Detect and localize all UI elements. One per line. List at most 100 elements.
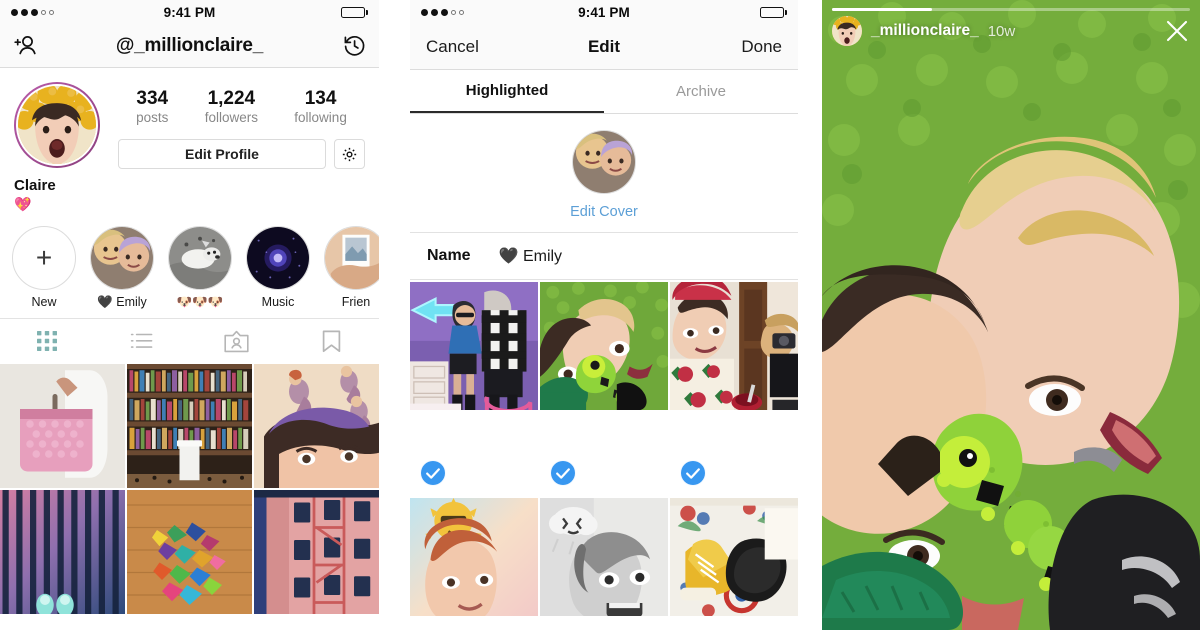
highlight-label: New (31, 294, 57, 309)
stat-following-value: 134 (304, 88, 337, 109)
profile-bio-text: 💖 (14, 196, 32, 213)
highlight-new[interactable]: + New (12, 225, 76, 310)
tab-list[interactable] (95, 331, 190, 351)
edit-cover-link[interactable]: Edit Cover (410, 204, 798, 220)
tab-saved[interactable] (284, 330, 379, 353)
story-avatar[interactable] (832, 16, 862, 46)
story-thumbnail[interactable] (540, 282, 668, 496)
story-image (540, 282, 668, 410)
story-username[interactable]: _millionclaire_ (871, 22, 979, 40)
highlight-dogs[interactable]: 🐶🐶🐶 (168, 225, 232, 310)
profile-bio: Claire 💖 (0, 169, 379, 213)
highlight-friends[interactable]: Frien (324, 225, 379, 310)
status-bar: 9:41 PM (410, 0, 798, 24)
story-thumbnail[interactable] (410, 498, 538, 616)
post-thumbnail[interactable] (0, 489, 125, 614)
highlight-cover-image (325, 226, 379, 289)
edit-title: Edit (587, 36, 621, 56)
post-thumbnail[interactable] (254, 363, 379, 488)
profile-display-name: Claire (14, 177, 56, 195)
highlight-label: Frien (341, 294, 371, 309)
list-icon (130, 333, 153, 348)
settings-button[interactable] (334, 139, 365, 170)
story-progress-fill (832, 8, 933, 11)
stat-posts[interactable]: 334 posts (136, 88, 168, 125)
post-image (0, 489, 125, 614)
grid-icon (37, 331, 58, 352)
post-thumbnail[interactable] (127, 363, 252, 488)
close-button[interactable] (1164, 18, 1190, 44)
selected-checkmark[interactable] (550, 460, 576, 486)
tab-tagged[interactable] (190, 330, 285, 353)
story-viewer-panel: _millionclaire_ 10w (822, 0, 1200, 630)
tab-archive[interactable]: Archive (604, 70, 798, 113)
add-person-icon[interactable] (12, 35, 38, 57)
status-bar-time: 9:41 PM (163, 4, 216, 20)
cover-thumbnail[interactable] (572, 130, 636, 194)
tab-highlighted[interactable]: Highlighted (410, 70, 604, 113)
name-value[interactable]: 🖤 Emily (499, 246, 562, 266)
profile-stats-and-actions: 334 posts 1,224 followers 134 following … (100, 82, 365, 170)
profile-navbar: @_millionclaire_ (0, 24, 379, 68)
selected-checkmark[interactable] (420, 460, 446, 486)
story-thumbnail[interactable] (670, 282, 798, 496)
edit-navbar: Cancel Edit Done (410, 24, 798, 70)
plus-icon: + (35, 241, 53, 273)
avatar[interactable] (14, 82, 100, 168)
profile-action-row: Edit Profile (118, 139, 365, 170)
checkmark-icon (556, 467, 570, 479)
story-image (540, 498, 668, 616)
profile-tab-strip (0, 317, 379, 364)
selected-checkmark[interactable] (680, 460, 706, 486)
status-bar: 9:41 PM (0, 0, 379, 24)
page-title: @_millionclaire_ (115, 34, 264, 56)
name-label: Name (427, 247, 471, 264)
avatar-image (18, 86, 96, 164)
tagged-person-icon (224, 330, 249, 352)
stat-followers-value: 1,224 (207, 88, 256, 109)
highlight-label: 🖤 Emily (97, 294, 147, 309)
post-thumbnail[interactable] (127, 489, 252, 614)
bookmark-icon (322, 330, 341, 352)
story-highlights-row[interactable]: + New 🖤 Emily 🐶🐶🐶 Music Frien (0, 214, 379, 318)
profile-panel: 9:41 PM @_millionclaire_ 334 posts 1,224… (0, 0, 379, 630)
profile-stats: 334 posts 1,224 followers 134 following (118, 82, 365, 125)
highlight-emily[interactable]: 🖤 Emily (90, 225, 154, 310)
gear-icon (342, 147, 357, 162)
post-image (254, 363, 379, 488)
story-container[interactable]: _millionclaire_ 10w (822, 0, 1200, 630)
stat-following[interactable]: 134 following (294, 88, 347, 125)
status-bar-time: 9:41 PM (578, 4, 630, 20)
post-thumbnail[interactable] (254, 489, 379, 614)
story-thumbnail[interactable] (540, 498, 668, 616)
story-progress-bar (832, 8, 1190, 11)
story-image (410, 282, 538, 410)
edit-highlight-panel: 9:41 PM Cancel Edit Done Highlighted Arc… (410, 0, 798, 630)
post-image (127, 363, 252, 488)
story-background-image (822, 0, 1200, 630)
story-image (670, 282, 798, 410)
highlight-label: Music (261, 294, 295, 309)
stat-following-label: following (294, 109, 347, 125)
post-grid (0, 363, 379, 614)
post-thumbnail[interactable] (0, 363, 125, 488)
story-timestamp: 10w (987, 22, 1016, 40)
story-thumbnail[interactable] (410, 282, 538, 496)
highlight-name-row[interactable]: Name 🖤 Emily (410, 233, 798, 280)
stat-followers[interactable]: 1,224 followers (205, 88, 258, 125)
highlight-music[interactable]: Music (246, 225, 310, 310)
close-icon (1166, 20, 1188, 42)
history-clock-icon[interactable] (342, 33, 367, 58)
checkmark-icon (686, 467, 700, 479)
story-image (670, 498, 798, 616)
stat-posts-label: posts (136, 109, 169, 125)
edit-profile-button[interactable]: Edit Profile (118, 139, 326, 170)
edit-tab-bar: Highlighted Archive (410, 70, 798, 114)
story-header: _millionclaire_ 10w (832, 16, 1190, 46)
post-image (254, 489, 379, 614)
post-image (0, 363, 125, 488)
story-image (410, 498, 538, 616)
tab-grid[interactable] (0, 330, 95, 352)
story-thumbnail[interactable] (670, 498, 798, 616)
profile-header: 334 posts 1,224 followers 134 following … (0, 68, 379, 170)
